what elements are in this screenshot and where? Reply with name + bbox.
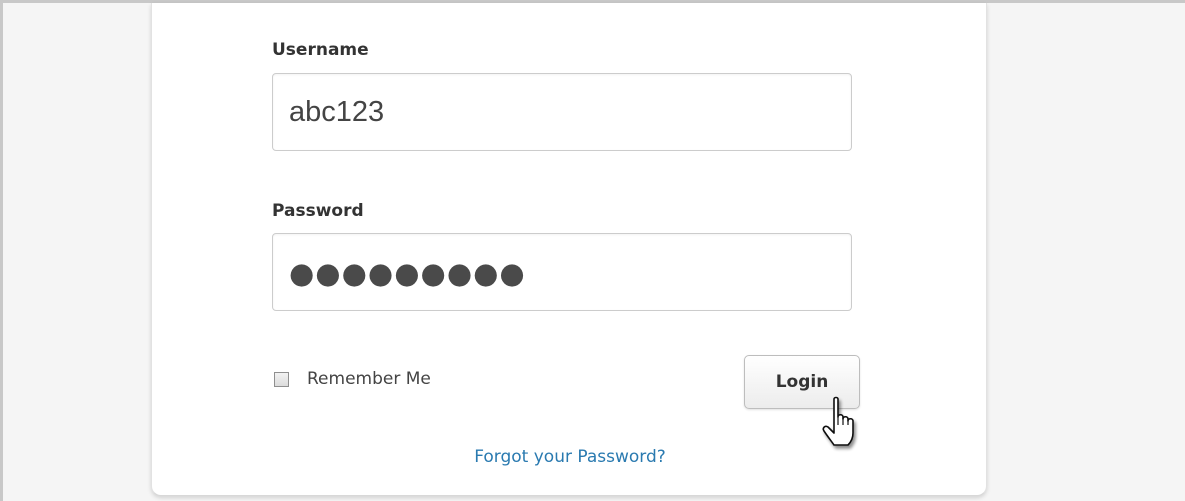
username-label: Username xyxy=(272,40,369,60)
login-card: Username Password ●●●●●●●●● Remember Me … xyxy=(151,3,987,496)
password-masked-value: ●●●●●●●●● xyxy=(289,256,526,290)
username-input[interactable] xyxy=(272,73,852,151)
password-input[interactable]: ●●●●●●●●● xyxy=(272,233,852,311)
remember-me-label[interactable]: Remember Me xyxy=(307,369,431,389)
password-label: Password xyxy=(272,201,364,221)
remember-me-checkbox[interactable] xyxy=(274,371,289,387)
page-background: Username Password ●●●●●●●●● Remember Me … xyxy=(0,0,1185,501)
remember-me[interactable]: Remember Me xyxy=(274,367,431,391)
forgot-password-link[interactable]: Forgot your Password? xyxy=(152,447,988,467)
hand-pointer-icon xyxy=(822,396,854,446)
